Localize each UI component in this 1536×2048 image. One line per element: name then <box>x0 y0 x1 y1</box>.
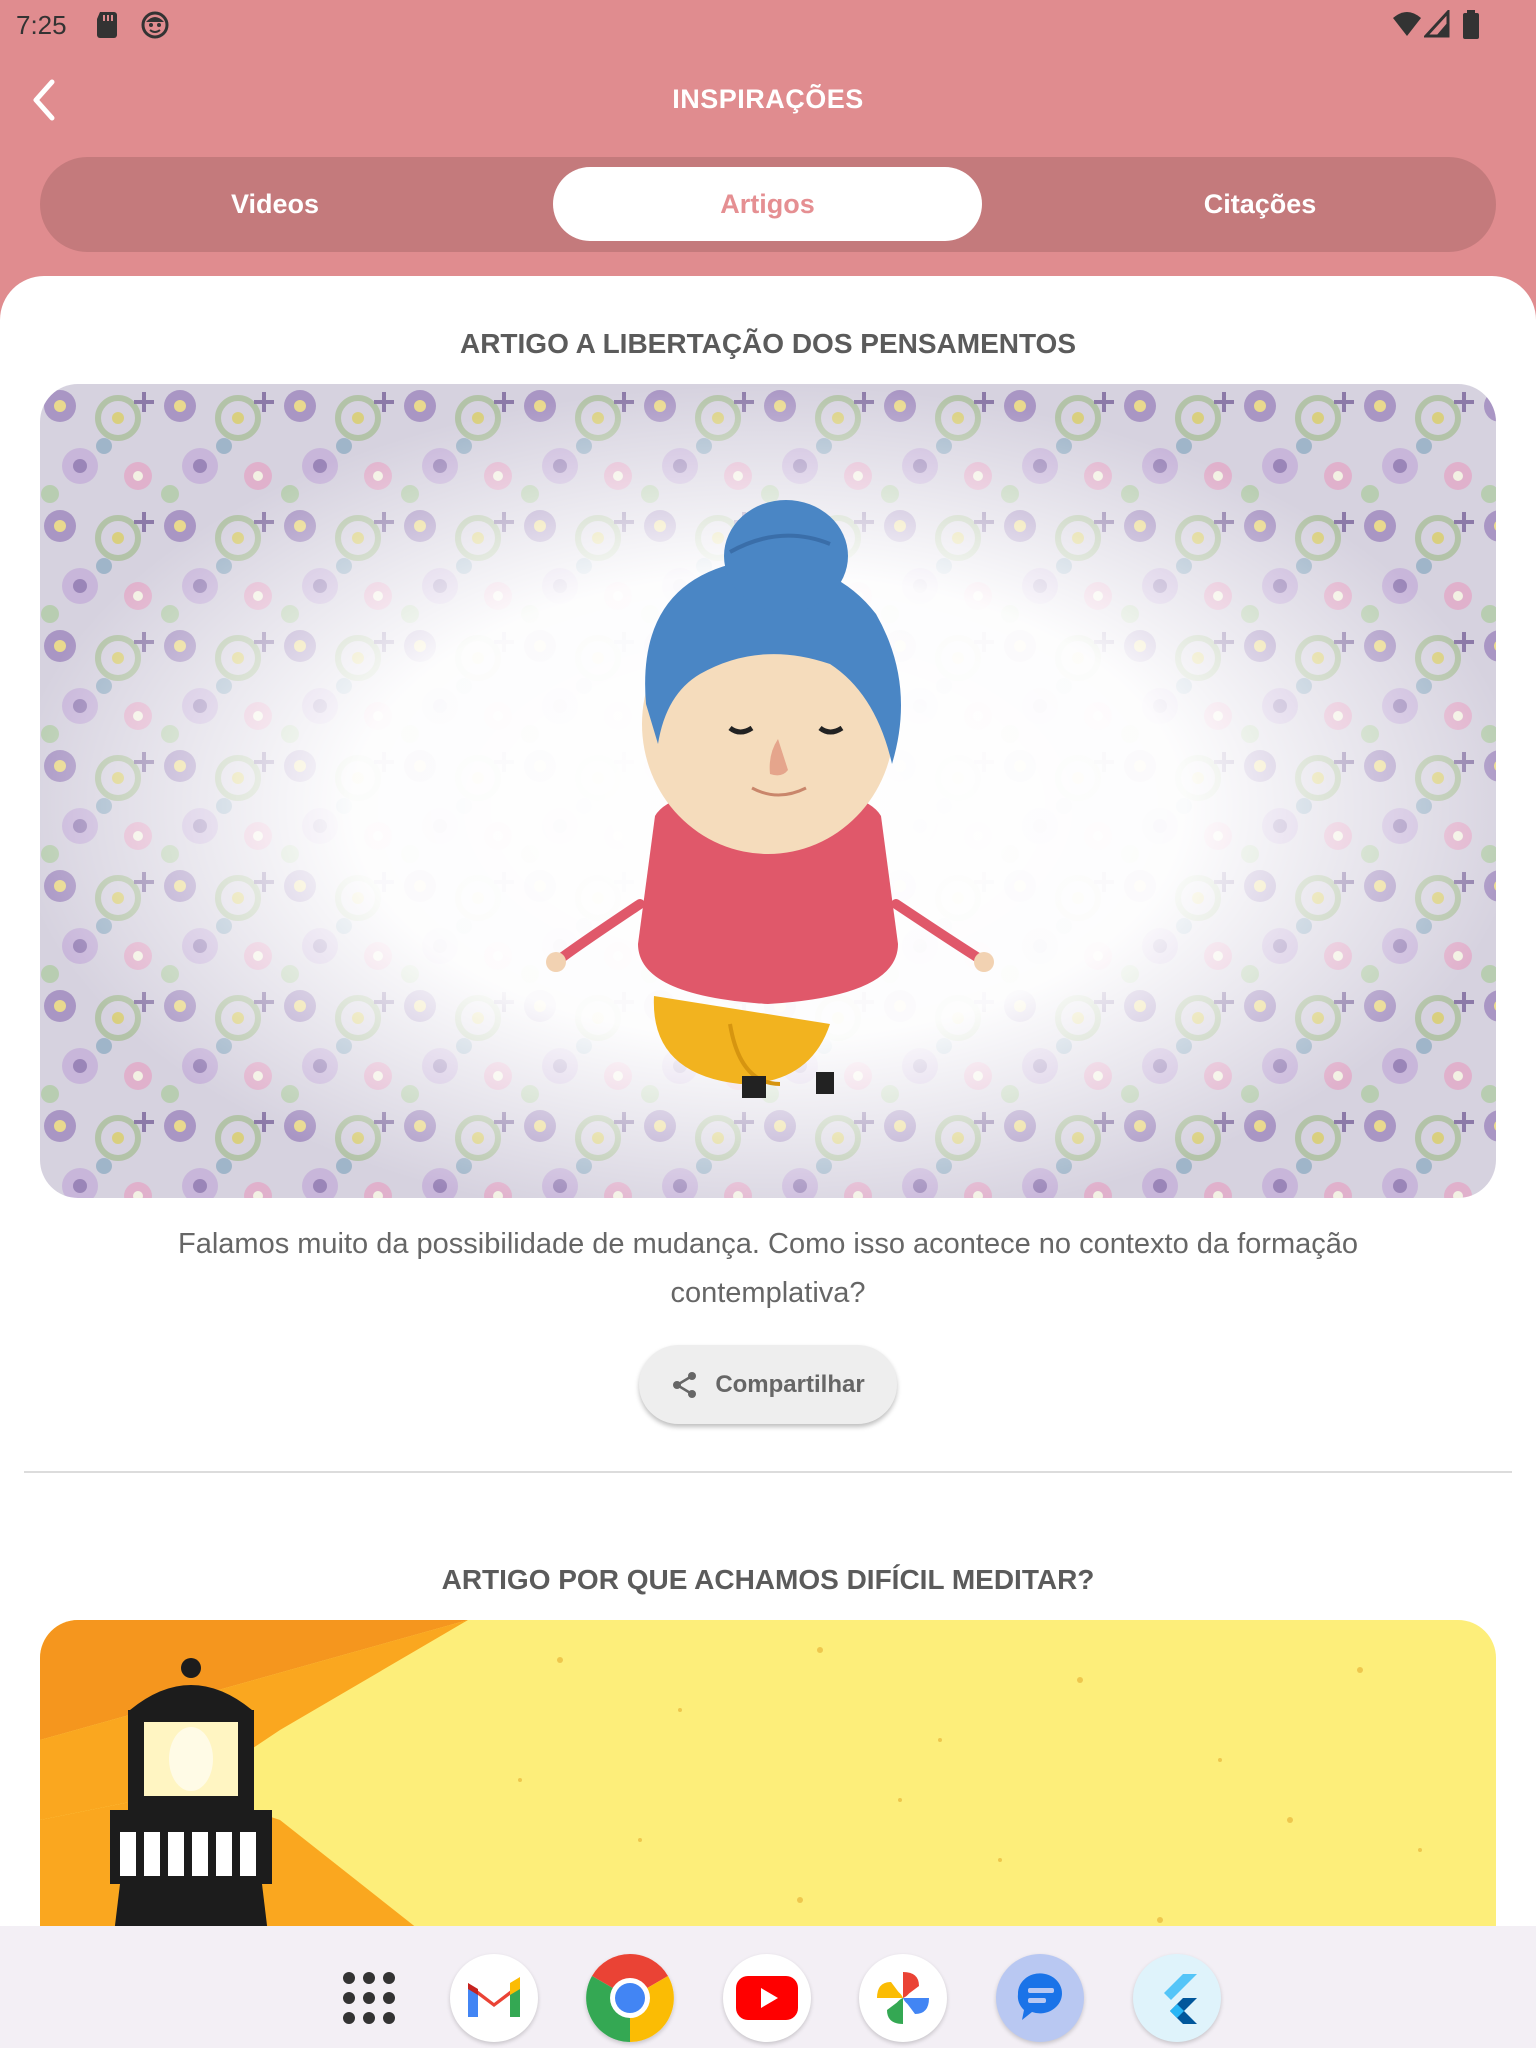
tab-videos[interactable]: Videos <box>40 157 510 252</box>
article-description: Falamos muito da possibilidade de mudanç… <box>178 1228 1358 1309</box>
article-title: ARTIGO POR QUE ACHAMOS DIFÍCIL MEDITAR? <box>441 1564 1095 1595</box>
tab-citacoes[interactable]: Citações <box>1025 157 1495 252</box>
messages-icon <box>1017 1973 1062 2020</box>
photos-icon <box>877 1972 929 2024</box>
lighthouse-illustration <box>40 1620 1496 1926</box>
face-icon <box>141 11 169 39</box>
article-image[interactable] <box>40 1620 1496 1926</box>
signal-icon <box>1424 10 1450 38</box>
article-divider <box>24 1471 1512 1473</box>
page-title: INSPIRAÇÕES <box>672 84 864 114</box>
sd-card-icon <box>97 12 117 38</box>
flutter-icon <box>1164 1974 1197 2024</box>
messages-app-button[interactable] <box>996 1954 1084 2042</box>
app-bar: INSPIRAÇÕES <box>0 50 1536 150</box>
photos-app-button[interactable] <box>859 1954 947 2042</box>
share-button[interactable]: Compartilhar <box>639 1345 897 1424</box>
share-label: Compartilhar <box>715 1370 865 1398</box>
meditating-woman-illustration <box>40 384 1496 1198</box>
grid-dots-icon <box>343 1972 395 2024</box>
app-drawer-button[interactable] <box>325 1954 413 2042</box>
tab-bar: Videos Artigos Citações <box>40 157 1496 252</box>
status-bar: 7:25 <box>0 0 1536 50</box>
flutter-app-button[interactable] <box>1133 1954 1221 2042</box>
tab-artigos[interactable]: Artigos <box>553 167 982 241</box>
youtube-icon <box>736 1976 798 2020</box>
article-image[interactable] <box>40 384 1496 1198</box>
wifi-icon <box>1393 12 1421 36</box>
status-time: 7:25 <box>16 10 67 40</box>
share-icon <box>673 1371 697 1398</box>
battery-icon <box>1463 10 1479 39</box>
youtube-app-button[interactable] <box>723 1954 811 2042</box>
gmail-app-button[interactable] <box>450 1954 538 2042</box>
chrome-icon <box>586 1954 674 2042</box>
gmail-icon <box>468 1977 520 2017</box>
chrome-app-button[interactable] <box>586 1954 674 2042</box>
articles-sheet: ARTIGO A LIBERTAÇÃO DOS PENSAMENTOS Fala… <box>0 276 1536 1926</box>
article-title: ARTIGO A LIBERTAÇÃO DOS PENSAMENTOS <box>459 328 1077 359</box>
app-dock <box>0 1926 1536 2048</box>
